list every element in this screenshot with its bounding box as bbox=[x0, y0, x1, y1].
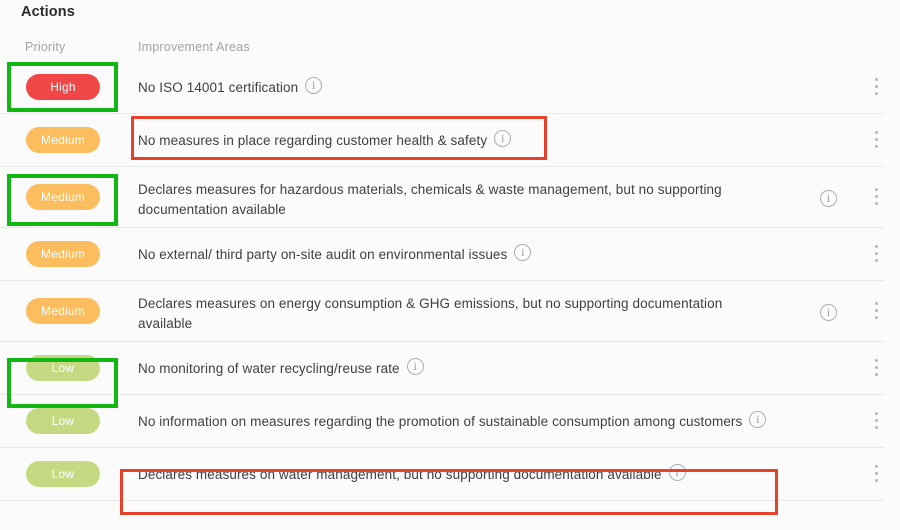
table-row[interactable]: High No ISO 14001 certification bbox=[0, 61, 900, 114]
improvement-area-row-4: No external/ third party on-site audit o… bbox=[138, 244, 828, 264]
priority-badge-row-4[interactable]: Medium bbox=[26, 241, 100, 267]
info-icon[interactable] bbox=[514, 244, 531, 261]
info-icon[interactable] bbox=[305, 77, 322, 94]
column-header-improvement-areas: Improvement Areas bbox=[138, 40, 250, 54]
improvement-area-row-3: Declares measures for hazardous material… bbox=[138, 179, 768, 219]
improvement-area-text: No monitoring of water recycling/reuse r… bbox=[138, 361, 400, 376]
priority-badge-row-3[interactable]: Medium bbox=[26, 184, 100, 210]
table-row[interactable]: Medium No external/ third party on-site a… bbox=[0, 228, 900, 281]
improvement-area-text: Declares measures for hazardous material… bbox=[138, 182, 722, 217]
page-title: Actions bbox=[21, 4, 75, 20]
improvement-area-row-5: Declares measures on energy consumption … bbox=[138, 293, 768, 333]
more-options-icon[interactable] bbox=[871, 131, 881, 151]
info-icon[interactable] bbox=[820, 190, 837, 207]
actions-panel: Actions Priority Improvement Areas High N… bbox=[0, 0, 900, 530]
more-options-icon[interactable] bbox=[871, 78, 881, 98]
table-row[interactable]: Medium Declares measures on energy consum… bbox=[0, 281, 900, 342]
table-row[interactable]: Low Declares measures on water management… bbox=[0, 448, 900, 501]
actions-table: High No ISO 14001 certification Medium No m… bbox=[0, 61, 900, 501]
improvement-area-row-6: No monitoring of water recycling/reuse r… bbox=[138, 358, 828, 378]
improvement-area-text: No external/ third party on-site audit o… bbox=[138, 247, 507, 262]
improvement-area-row-2: No measures in place regarding customer … bbox=[138, 130, 828, 150]
table-row[interactable]: Low No monitoring of water recycling/reus… bbox=[0, 342, 900, 395]
info-icon[interactable] bbox=[407, 358, 424, 375]
table-row[interactable]: Medium Declares measures for hazardous ma… bbox=[0, 167, 900, 228]
priority-badge-row-1[interactable]: High bbox=[26, 74, 100, 100]
column-header-priority: Priority bbox=[25, 40, 66, 54]
improvement-area-text: No measures in place regarding customer … bbox=[138, 133, 487, 148]
more-options-icon[interactable] bbox=[871, 302, 881, 322]
priority-badge-row-5[interactable]: Medium bbox=[26, 298, 100, 324]
priority-badge-row-8[interactable]: Low bbox=[26, 461, 100, 487]
priority-badge-row-7[interactable]: Low bbox=[26, 408, 100, 434]
info-icon[interactable] bbox=[494, 130, 511, 147]
improvement-area-text: Declares measures on water management, b… bbox=[138, 467, 662, 482]
info-icon[interactable] bbox=[669, 464, 686, 481]
more-options-icon[interactable] bbox=[871, 188, 881, 208]
improvement-area-row-1: No ISO 14001 certification bbox=[138, 77, 828, 97]
table-row[interactable]: Medium No measures in place regarding cus… bbox=[0, 114, 900, 167]
improvement-area-row-7: No information on measures regarding the… bbox=[138, 411, 828, 431]
priority-badge-row-6[interactable]: Low bbox=[26, 355, 100, 381]
info-icon[interactable] bbox=[820, 304, 837, 321]
improvement-area-text: Declares measures on energy consumption … bbox=[138, 296, 722, 331]
table-row[interactable]: Low No information on measures regarding … bbox=[0, 395, 900, 448]
more-options-icon[interactable] bbox=[871, 412, 881, 432]
improvement-area-text: No information on measures regarding the… bbox=[138, 414, 742, 429]
more-options-icon[interactable] bbox=[871, 359, 881, 379]
priority-badge-row-2[interactable]: Medium bbox=[26, 127, 100, 153]
table-column-headers: Priority Improvement Areas bbox=[0, 40, 900, 58]
more-options-icon[interactable] bbox=[871, 245, 881, 265]
improvement-area-row-8: Declares measures on water management, b… bbox=[138, 464, 828, 484]
more-options-icon[interactable] bbox=[871, 465, 881, 485]
improvement-area-text: No ISO 14001 certification bbox=[138, 80, 298, 95]
info-icon[interactable] bbox=[749, 411, 766, 428]
